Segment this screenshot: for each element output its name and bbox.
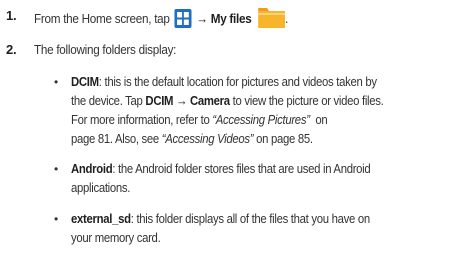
step-2-text: The following folders display:	[34, 42, 177, 57]
manual-page: 1. From the Home screen, tap → My files …	[0, 0, 471, 268]
bullet-dcim-line-3: For more information, refer to “Accessin…	[71, 112, 328, 127]
step-2-number: 2.	[6, 42, 17, 57]
bullet-external-sd-line-2: your memory card.	[71, 230, 161, 245]
apps-grid-icon	[174, 9, 192, 28]
step-1-number: 1.	[6, 8, 17, 23]
step-1-text: From the Home screen, tap → My files .	[34, 8, 288, 28]
step-1-suffix: .	[285, 11, 289, 26]
bullet-android-line-1: Android: the Android folder stores files…	[71, 161, 371, 176]
step-1-target: My files	[210, 11, 252, 26]
bullet-dot: •	[54, 75, 59, 89]
ref-accessing-pictures[interactable]: “Accessing Pictures”	[212, 112, 310, 127]
bullet-dcim-line-4: page 81. Also, see “Accessing Videos” on…	[71, 131, 313, 146]
bullet-external-sd-line-1: external_sd: this folder displays all of…	[71, 211, 370, 226]
bullet-dcim-line-2: the device. Tap DCIM → Camera to view th…	[71, 93, 384, 108]
bullet-android-name: Android	[71, 161, 113, 176]
ref-accessing-videos[interactable]: “Accessing Videos”	[162, 131, 254, 146]
folder-icon	[258, 8, 286, 28]
step-1-prefix: From the Home screen, tap	[34, 11, 170, 26]
bullet-dot: •	[54, 212, 59, 226]
bullet-android-line-2: applications.	[71, 180, 131, 195]
step-1-arrow: →	[196, 11, 208, 26]
bullet-dcim-name: DCIM	[71, 74, 99, 89]
bullet-dot: •	[54, 162, 59, 176]
bullet-dcim-line-1: DCIM: this is the default location for p…	[71, 74, 377, 89]
bullet-external-sd-name: external_sd	[71, 211, 131, 226]
